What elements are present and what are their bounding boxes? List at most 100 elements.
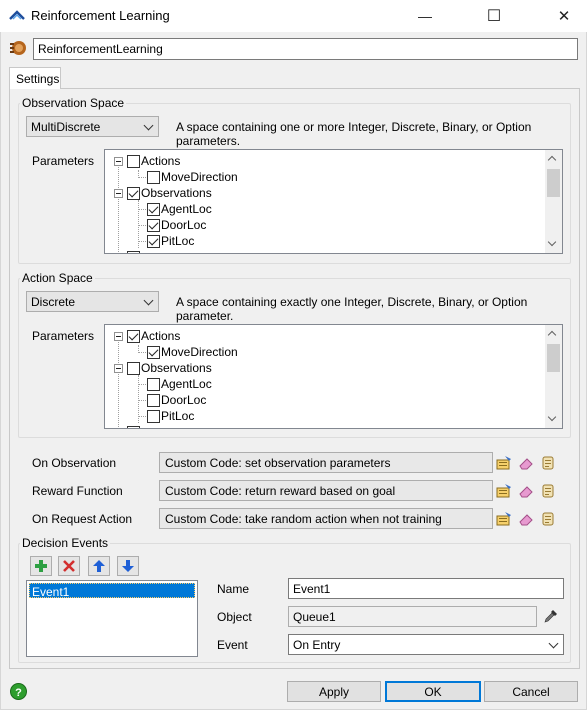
tree-item-agentloc[interactable]: AgentLoc — [147, 201, 212, 217]
reward-function-label: Reward Function — [32, 484, 123, 498]
decision-events-list[interactable]: Event1 — [26, 580, 198, 657]
scroll-up-icon[interactable] — [547, 155, 557, 165]
ok-button[interactable]: OK — [385, 681, 481, 702]
scroll-up-icon[interactable] — [547, 330, 557, 340]
checkbox[interactable] — [127, 154, 140, 168]
eraser-icon[interactable] — [518, 455, 534, 471]
scrollbar-thumb[interactable] — [547, 344, 560, 372]
observation-parameters-tree[interactable]: Actions MoveDirection Observations Agent… — [104, 149, 563, 254]
tree-item-movedirection[interactable]: MoveDirection — [147, 169, 238, 185]
minimize-icon: — — [418, 8, 432, 24]
tree-item-doorloc[interactable]: DoorLoc — [147, 217, 206, 233]
checkbox-checked[interactable] — [147, 345, 160, 359]
collapse-icon[interactable] — [114, 188, 123, 198]
chevron-down-icon — [548, 638, 559, 649]
code-scroll-icon[interactable] — [540, 511, 556, 527]
tree-item-observations[interactable]: Observations — [114, 185, 212, 201]
scroll-down-icon[interactable] — [547, 412, 557, 422]
help-icon[interactable]: ? — [10, 683, 27, 700]
eraser-icon[interactable] — [518, 483, 534, 499]
tree-item-observations[interactable]: Observations — [114, 360, 212, 376]
code-scroll-icon[interactable] — [540, 455, 556, 471]
collapse-icon[interactable] — [114, 363, 123, 373]
edit-properties-icon[interactable] — [496, 483, 512, 499]
event-name-label: Name — [217, 582, 250, 596]
tree-item-movedirection[interactable]: MoveDirection — [147, 344, 238, 360]
event-type-select[interactable]: On Entry — [288, 634, 564, 655]
tree-item-label: DoorLoc — [161, 218, 207, 232]
list-item[interactable]: Event1 — [29, 583, 195, 599]
checkbox — [127, 425, 140, 428]
collapse-icon[interactable] — [114, 331, 123, 341]
remove-icon — [63, 560, 75, 572]
maximize-button[interactable]: ☐ — [487, 0, 540, 32]
checkbox[interactable] — [147, 409, 160, 423]
on-request-action-field[interactable]: Custom Code: take random action when not… — [159, 508, 493, 529]
reward-function-field[interactable]: Custom Code: return reward based on goal — [159, 480, 493, 501]
collapse-icon[interactable] — [114, 156, 123, 166]
checkbox[interactable] — [147, 377, 160, 391]
chevron-down-icon — [143, 295, 154, 306]
tree-item-label: MoveDirection — [161, 345, 238, 359]
edit-properties-icon[interactable] — [496, 455, 512, 471]
apply-button[interactable]: Apply — [287, 681, 381, 702]
checkbox-checked[interactable] — [147, 234, 160, 248]
add-event-button[interactable] — [30, 556, 52, 576]
eraser-icon[interactable] — [518, 511, 534, 527]
tree-item-label: MoveDirection — [161, 170, 238, 184]
move-down-button[interactable] — [117, 556, 139, 576]
scrollbar[interactable] — [545, 325, 562, 428]
close-icon: ✕ — [557, 8, 571, 25]
add-icon — [35, 560, 47, 572]
eyedropper-icon[interactable] — [543, 608, 559, 624]
scrollbar-thumb[interactable] — [547, 169, 560, 197]
collapse-icon — [114, 427, 123, 428]
tree-item-label: DoorLoc — [161, 393, 207, 407]
remove-event-button[interactable] — [58, 556, 80, 576]
tree-item-pitloc[interactable]: PitLoc — [147, 233, 194, 249]
checkbox-checked[interactable] — [147, 218, 160, 232]
code-scroll-icon[interactable] — [540, 483, 556, 499]
on-observation-field[interactable]: Custom Code: set observation parameters — [159, 452, 493, 473]
minimize-button[interactable]: — — [402, 0, 448, 32]
edit-properties-icon[interactable] — [496, 511, 512, 527]
event-object-label: Object — [217, 610, 252, 624]
event-type-label: Event — [217, 638, 248, 652]
object-name-field[interactable]: ReinforcementLearning — [33, 38, 578, 60]
tree-item-label: Actions — [141, 154, 181, 168]
action-space-type-select[interactable]: Discrete — [26, 291, 159, 312]
tree-item-pitloc[interactable]: PitLoc — [147, 408, 194, 424]
observation-space-type-value: MultiDiscrete — [31, 120, 101, 134]
window-title: Reinforcement Learning — [31, 8, 170, 23]
decision-events-title: Decision Events — [20, 536, 111, 550]
action-parameters-label: Parameters — [32, 329, 95, 343]
observation-space-type-select[interactable]: MultiDiscrete — [26, 116, 159, 137]
scroll-down-icon[interactable] — [547, 237, 557, 247]
event-object-field[interactable]: Queue1 — [288, 606, 537, 627]
scrollbar[interactable] — [545, 150, 562, 253]
tree-item-actions[interactable]: Actions — [114, 153, 180, 169]
checkbox-checked[interactable] — [147, 202, 160, 216]
checkbox — [127, 250, 140, 253]
checkbox-checked[interactable] — [127, 329, 140, 343]
checkbox-checked[interactable] — [127, 186, 140, 200]
tab-settings[interactable]: Settings — [9, 67, 61, 89]
move-up-button[interactable] — [88, 556, 110, 576]
event-name-field[interactable]: Event1 — [288, 578, 564, 599]
action-parameters-tree[interactable]: Actions MoveDirection Observations Agent… — [104, 324, 563, 429]
on-observation-label: On Observation — [32, 456, 117, 470]
cancel-button[interactable]: Cancel — [484, 681, 578, 702]
checkbox[interactable] — [127, 361, 140, 375]
svg-text:?: ? — [15, 687, 22, 699]
action-space-title: Action Space — [20, 271, 95, 285]
close-button[interactable]: ✕ — [541, 0, 587, 32]
tree-item-label: Observations — [141, 186, 212, 200]
title-bar: Reinforcement Learning — ☐ ✕ — [0, 0, 587, 32]
tree-item-actions[interactable]: Actions — [114, 328, 180, 344]
tree-item-doorloc[interactable]: DoorLoc — [147, 392, 206, 408]
on-request-action-label: On Request Action — [32, 512, 133, 526]
checkbox[interactable] — [147, 170, 160, 184]
tree-item-agentloc[interactable]: AgentLoc — [147, 376, 212, 392]
arrow-up-icon — [93, 560, 105, 572]
checkbox[interactable] — [147, 393, 160, 407]
